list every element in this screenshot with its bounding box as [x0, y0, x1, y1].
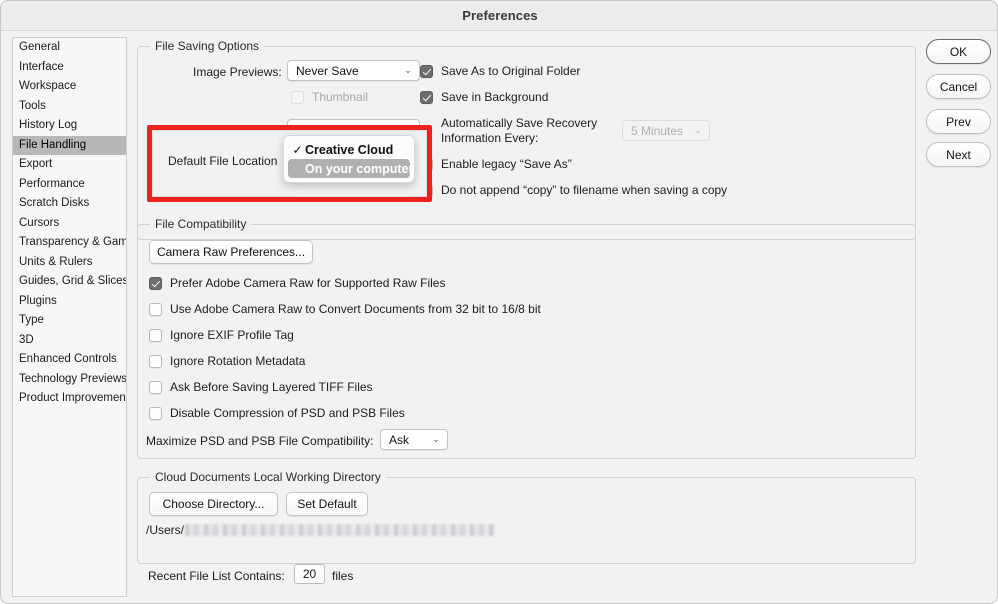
enable-legacy-save-as-row[interactable]: Enable legacy “Save As”: [420, 157, 572, 172]
menu-item-label: Creative Cloud: [305, 143, 393, 157]
auto-save-recovery-interval-value: 5 Minutes: [623, 124, 690, 138]
save-as-original-folder-row[interactable]: Save As to Original Folder: [420, 64, 580, 79]
recent-file-list-input[interactable]: 20: [294, 564, 325, 584]
disable-compression-label: Disable Compression of PSD and PSB Files: [170, 406, 405, 421]
enable-legacy-save-as-label: Enable legacy “Save As”: [441, 157, 572, 172]
checkmark-icon: ✓: [290, 143, 305, 157]
ignore-rotation-checkbox[interactable]: [149, 355, 162, 368]
sidebar-item-workspace[interactable]: Workspace: [13, 77, 126, 97]
default-file-location-label: Default File Location: [168, 154, 277, 168]
sidebar-item-guides-grid-slices[interactable]: Guides, Grid & Slices: [13, 272, 126, 292]
camera-raw-preferences-button[interactable]: Camera Raw Preferences...: [149, 240, 313, 264]
window-titlebar: Preferences: [1, 1, 998, 31]
do-not-append-copy-row[interactable]: Do not append “copy” to filename when sa…: [420, 183, 727, 198]
sidebar-item-scratch-disks[interactable]: Scratch Disks: [13, 194, 126, 214]
ask-layered-tiff-checkbox[interactable]: [149, 381, 162, 394]
preferences-window: Preferences General Interface Workspace …: [0, 0, 998, 604]
image-previews-select[interactable]: Never Save ⌄: [287, 60, 420, 81]
sidebar-item-units-rulers[interactable]: Units & Rulers: [13, 253, 126, 273]
cloud-working-directory-path: /Users/: [146, 523, 495, 537]
convert-32bit-checkbox[interactable]: [149, 303, 162, 316]
sidebar-item-general[interactable]: General: [13, 38, 126, 58]
thumbnail-checkbox-row[interactable]: Thumbnail: [291, 90, 368, 105]
file-compatibility-title: File Compatibility: [150, 217, 251, 231]
sidebar-item-3d[interactable]: 3D: [13, 331, 126, 351]
file-saving-options-title: File Saving Options: [150, 39, 264, 53]
menu-item-on-your-computer[interactable]: On your computer: [288, 159, 410, 178]
maximize-compatibility-label: Maximize PSD and PSB File Compatibility:: [146, 434, 373, 448]
disable-compression-checkbox[interactable]: [149, 407, 162, 420]
sidebar-item-technology-previews[interactable]: Technology Previews: [13, 370, 126, 390]
chevron-down-icon: ⌄: [400, 65, 419, 76]
ignore-exif-checkbox[interactable]: [149, 329, 162, 342]
cancel-button[interactable]: Cancel: [926, 74, 991, 99]
sidebar-item-product-improvement[interactable]: Product Improvement: [13, 389, 126, 409]
convert-32bit-label: Use Adobe Camera Raw to Convert Document…: [170, 302, 541, 317]
menu-item-label: On your computer: [305, 162, 413, 176]
preferences-category-list[interactable]: General Interface Workspace Tools Histor…: [12, 37, 127, 597]
auto-save-recovery-interval-select[interactable]: 5 Minutes ⌄: [622, 120, 710, 141]
ignore-rotation-label: Ignore Rotation Metadata: [170, 354, 305, 369]
sidebar-item-cursors[interactable]: Cursors: [13, 214, 126, 234]
recent-file-list-suffix: files: [332, 569, 353, 583]
menu-item-creative-cloud[interactable]: ✓ Creative Cloud: [288, 140, 410, 159]
sidebar-item-history-log[interactable]: History Log: [13, 116, 126, 136]
maximize-compatibility-value: Ask: [381, 433, 428, 447]
thumbnail-checkbox[interactable]: [291, 91, 304, 104]
choose-directory-button[interactable]: Choose Directory...: [149, 492, 278, 516]
auto-save-recovery-row[interactable]: Automatically Save Recovery Information …: [420, 116, 616, 146]
preferences-main-panel: File Saving Options Image Previews: Neve…: [137, 37, 917, 597]
path-redacted-blur: [185, 524, 495, 536]
convert-32bit-row[interactable]: Use Adobe Camera Raw to Convert Document…: [149, 302, 541, 317]
recent-file-list-label: Recent File List Contains:: [148, 569, 285, 583]
sidebar-item-performance[interactable]: Performance: [13, 175, 126, 195]
disable-compression-row[interactable]: Disable Compression of PSD and PSB Files: [149, 406, 405, 421]
prefer-camera-raw-row[interactable]: Prefer Adobe Camera Raw for Supported Ra…: [149, 276, 445, 291]
image-previews-label: Image Previews:: [193, 65, 282, 79]
maximize-compatibility-select[interactable]: Ask ⌄: [380, 429, 448, 450]
sidebar-item-enhanced-controls[interactable]: Enhanced Controls: [13, 350, 126, 370]
cloud-documents-title: Cloud Documents Local Working Directory: [150, 470, 386, 484]
sidebar-item-file-handling[interactable]: File Handling: [13, 136, 126, 156]
sidebar-item-transparency-gamut[interactable]: Transparency & Gamut: [13, 233, 126, 253]
save-in-background-label: Save in Background: [441, 90, 548, 105]
chevron-down-icon: ⌄: [428, 434, 447, 445]
sidebar-item-export[interactable]: Export: [13, 155, 126, 175]
sidebar-item-plugins[interactable]: Plugins: [13, 292, 126, 312]
chevron-down-icon: ⌄: [690, 125, 709, 136]
auto-save-recovery-label: Automatically Save Recovery Information …: [441, 116, 616, 146]
save-as-original-folder-checkbox[interactable]: [420, 65, 433, 78]
prefer-camera-raw-checkbox[interactable]: [149, 277, 162, 290]
ok-button[interactable]: OK: [926, 39, 991, 64]
save-in-background-row[interactable]: Save in Background: [420, 90, 548, 105]
prefer-camera-raw-label: Prefer Adobe Camera Raw for Supported Ra…: [170, 276, 445, 291]
save-as-original-folder-label: Save As to Original Folder: [441, 64, 580, 79]
set-default-button[interactable]: Set Default: [286, 492, 368, 516]
sidebar-item-interface[interactable]: Interface: [13, 58, 126, 78]
ignore-exif-label: Ignore EXIF Profile Tag: [170, 328, 294, 343]
ignore-exif-row[interactable]: Ignore EXIF Profile Tag: [149, 328, 294, 343]
thumbnail-label: Thumbnail: [312, 90, 368, 105]
ask-layered-tiff-label: Ask Before Saving Layered TIFF Files: [170, 380, 373, 395]
ignore-rotation-row[interactable]: Ignore Rotation Metadata: [149, 354, 305, 369]
next-button[interactable]: Next: [926, 142, 991, 167]
path-prefix: /Users/: [146, 523, 184, 537]
window-title: Preferences: [462, 8, 538, 23]
prev-button[interactable]: Prev: [926, 109, 991, 134]
do-not-append-copy-label: Do not append “copy” to filename when sa…: [441, 183, 727, 198]
image-previews-value: Never Save: [288, 64, 400, 78]
save-in-background-checkbox[interactable]: [420, 91, 433, 104]
sidebar-item-type[interactable]: Type: [13, 311, 126, 331]
sidebar-item-tools[interactable]: Tools: [13, 97, 126, 117]
cloud-documents-group: Cloud Documents Local Working Directory: [137, 477, 916, 564]
default-file-location-menu[interactable]: ✓ Creative Cloud On your computer: [283, 135, 415, 183]
ask-layered-tiff-row[interactable]: Ask Before Saving Layered TIFF Files: [149, 380, 373, 395]
